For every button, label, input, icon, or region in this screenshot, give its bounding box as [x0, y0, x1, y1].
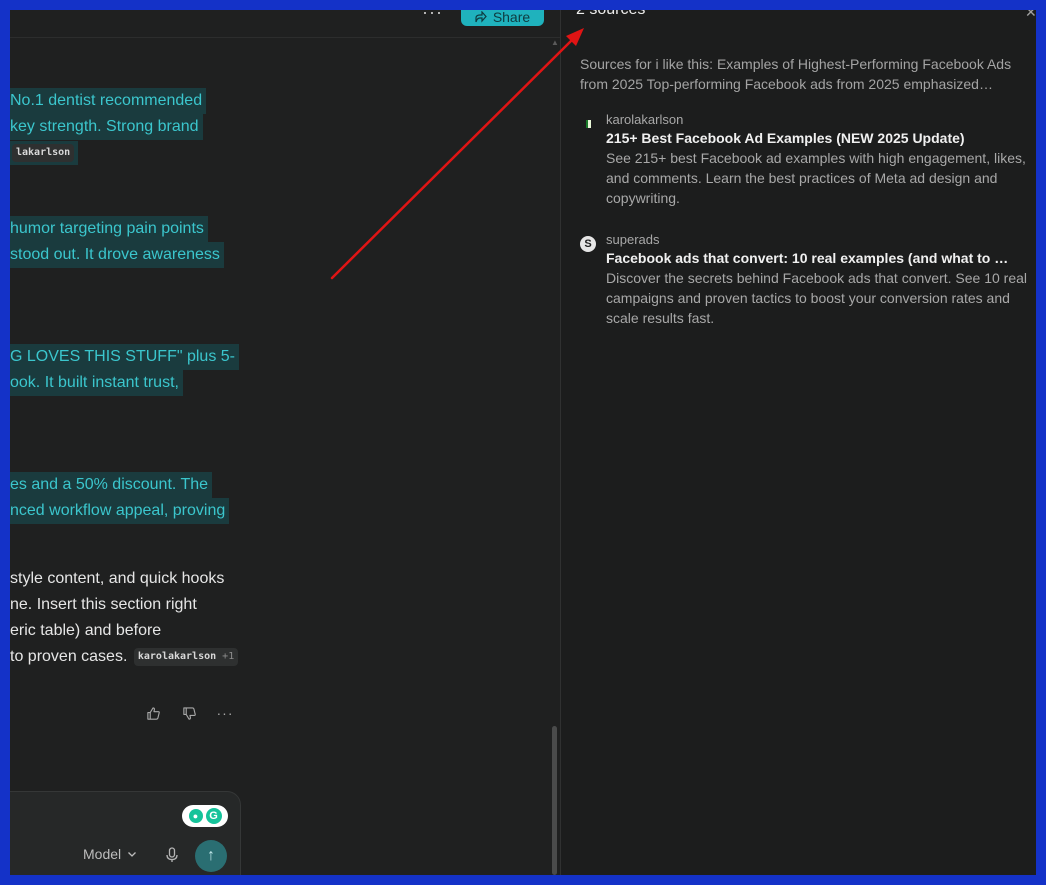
chat-scrollbar-thumb[interactable] [552, 726, 557, 875]
more-actions-icon[interactable]: ··· [216, 704, 234, 722]
response-line: nced workflow appeal, proving [10, 498, 230, 524]
scroll-up-icon[interactable]: ▲ [551, 38, 559, 47]
response-line: stood out. It drove awareness [10, 242, 224, 268]
model-selector[interactable]: Model [83, 846, 137, 862]
close-icon[interactable]: ✕ [1025, 10, 1036, 21]
app-window: ··· Share No.1 dentist recommended key s… [10, 10, 1036, 875]
microphone-icon[interactable] [165, 847, 179, 863]
more-options-button[interactable]: ··· [422, 10, 443, 23]
superads-favicon-icon: S [580, 236, 596, 252]
sources-title: 2 sources [576, 10, 645, 19]
chevron-down-icon [128, 852, 137, 857]
response-line: No.1 dentist recommended [10, 88, 207, 114]
thumbs-down-icon[interactable] [180, 704, 198, 722]
source-description: See 215+ best Facebook ad examples with … [606, 150, 1026, 206]
source-title-link[interactable]: Facebook ads that convert: 10 real examp… [606, 248, 1008, 268]
response-line: lakarlson [10, 141, 79, 165]
thumbs-up-icon[interactable] [144, 704, 162, 722]
response-line: ne. Insert this section right [10, 596, 197, 613]
source-item[interactable]: S superads Facebook ads that convert: 10… [580, 232, 1036, 332]
sources-panel: 2 sources ✕ Sources for i like this: Exa… [561, 10, 1036, 875]
source-item[interactable]: karolakarlson 215+ Best Facebook Ad Exam… [580, 112, 1036, 212]
share-button[interactable]: Share [461, 10, 544, 26]
share-button-label: Share [492, 10, 531, 25]
send-button[interactable]: ↑ [195, 840, 227, 872]
citation-chip[interactable]: karolakarlson +1 [133, 647, 239, 666]
source-domain: superads [606, 232, 660, 247]
sources-subtitle: Sources for i like this: Examples of Hig… [580, 56, 1012, 92]
source-domain: karolakarlson [606, 112, 684, 127]
response-line: style content, and quick hooks [10, 570, 225, 587]
share-icon [475, 11, 487, 23]
arrow-up-icon: ↑ [207, 847, 215, 864]
message-actions: ··· [144, 704, 234, 722]
response-line: G LOVES THIS STUFF" plus 5- [10, 344, 239, 370]
response-line: to proven cases. karolakarlson +1 [10, 644, 239, 670]
response-line: ook. It built instant trust, [10, 370, 183, 396]
karolakarlson-favicon-icon [580, 116, 596, 132]
chat-topbar: ··· Share [10, 10, 560, 38]
citation-chip[interactable]: lakarlson [12, 143, 75, 162]
model-selector-label: Model [83, 846, 122, 862]
source-description: Discover the secrets behind Facebook ads… [606, 270, 1028, 326]
response-line: key strength. Strong brand [10, 114, 203, 140]
source-title-link[interactable]: 215+ Best Facebook Ad Examples (NEW 2025… [606, 128, 965, 148]
grammarly-widget[interactable]: ● G [182, 805, 228, 827]
bulb-icon: ● [188, 809, 203, 823]
response-line: es and a 50% discount. The [10, 472, 213, 498]
chat-pane: ··· Share No.1 dentist recommended key s… [10, 10, 560, 875]
grammarly-icon: G [205, 808, 222, 824]
response-line: eric table) and before [10, 622, 162, 639]
response-line: humor targeting pain points [10, 216, 208, 242]
